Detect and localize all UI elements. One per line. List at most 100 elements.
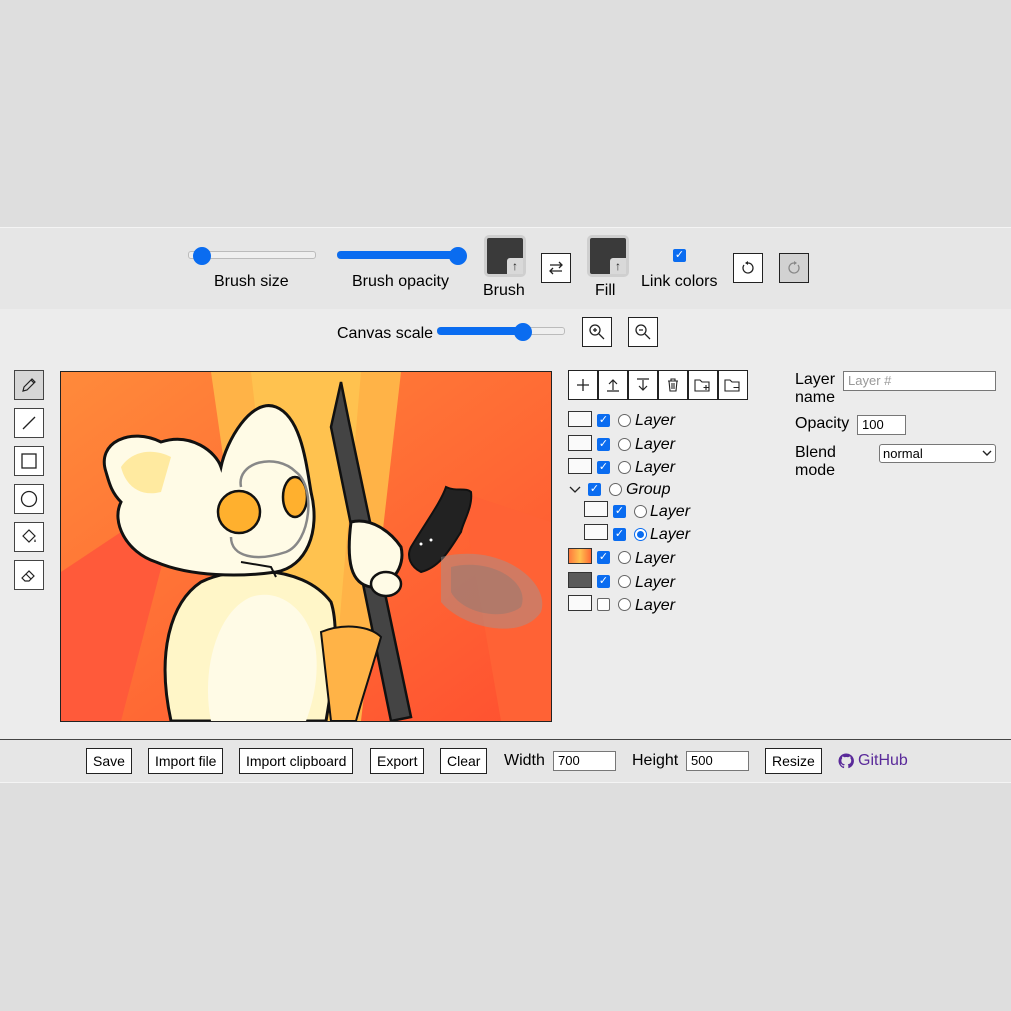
zoom-in-button[interactable] [582,317,612,347]
layer-name: Layer [650,503,691,520]
fill-bucket-icon [22,529,36,543]
swap-icon [549,261,563,275]
zoom-out-button[interactable] [628,317,658,347]
move-layer-down-button[interactable] [628,370,658,400]
layer-select-radio[interactable] [618,575,631,588]
opacity-input[interactable]: 100 [857,415,906,435]
line-tool[interactable] [14,408,44,438]
layer-thumbnail [568,411,592,427]
delete-layer-button[interactable] [658,370,688,400]
canvas-artwork [61,372,551,721]
layer-thumbnail [568,548,592,564]
brush-label: Brush [483,282,525,299]
clear-button[interactable]: Clear [440,748,488,774]
layer-select-radio[interactable] [618,438,631,451]
width-label: Width [504,752,545,769]
layer-name-label: Layer name [795,371,836,406]
undo-icon [742,261,754,274]
undo-button[interactable] [733,253,763,283]
fill-color-swatch[interactable]: ↑ [587,235,629,277]
brush-opacity-label: Brush opacity [352,273,449,290]
move-layer-up-button[interactable] [598,370,628,400]
drawing-canvas[interactable] [60,371,552,722]
brush-size-label: Brush size [214,273,289,290]
delete-icon [668,378,678,392]
layer-select-radio[interactable] [618,551,631,564]
layer-name: Layer [635,436,676,453]
link-colors-label: Link colors [641,273,718,290]
layer-thumbnail [584,501,608,517]
group-select-radio[interactable] [609,483,622,496]
github-label: GitHub [858,752,908,769]
layer-select-radio[interactable] [618,414,631,427]
layer-visibility-checkbox[interactable]: ✓ [597,414,610,427]
link-colors-checkbox[interactable]: ✓ [673,249,686,262]
zoom-out-icon [635,324,651,340]
layer-thumbnail [568,458,592,474]
rectangle-icon [21,453,37,469]
remove-group-icon [724,379,740,392]
layer-thumbnail [568,595,592,611]
layer-visibility-checkbox[interactable]: ✓ [613,528,626,541]
chevron-down-icon [982,450,992,456]
redo-button[interactable] [779,253,809,283]
move-up-icon [607,379,619,392]
layer-name: Layer [635,412,676,429]
layer-name-input[interactable]: Layer # [843,371,996,391]
zoom-in-icon [589,324,605,340]
layer-visibility-checkbox[interactable]: ✓ [597,598,610,611]
opacity-label: Opacity [795,415,850,432]
move-down-icon [637,378,649,391]
swap-colors-button[interactable] [541,253,571,283]
eraser-tool[interactable] [14,560,44,590]
layer-visibility-checkbox[interactable]: ✓ [613,505,626,518]
brush-color-swatch[interactable]: ↑ [484,235,526,277]
group-name: Group [626,481,671,498]
layer-visibility-checkbox[interactable]: ✓ [597,551,610,564]
redo-icon [788,261,800,274]
blend-mode-value: normal [883,446,923,461]
remove-group-button[interactable] [718,370,748,400]
layer-select-radio[interactable] [634,505,647,518]
add-group-icon [694,379,710,392]
circle-icon [20,490,38,508]
width-input[interactable]: 700 [553,751,616,771]
layer-visibility-checkbox[interactable]: ✓ [597,461,610,474]
layer-select-radio[interactable] [634,528,647,541]
import-clipboard-button[interactable]: Import clipboard [239,748,354,774]
layer-name: Layer [635,574,676,591]
save-button[interactable]: Save [86,748,132,774]
canvas-scale-label: Canvas scale [337,325,434,342]
layer-thumbnail [584,524,608,540]
export-button[interactable]: Export [370,748,425,774]
layer-select-radio[interactable] [618,461,631,474]
group-visibility-checkbox[interactable]: ✓ [588,483,601,496]
pencil-icon [22,378,36,392]
import-file-button[interactable]: Import file [148,748,224,774]
rectangle-tool[interactable] [14,446,44,476]
layer-select-radio[interactable] [618,598,631,611]
blend-mode-select[interactable]: normal [879,444,996,463]
resize-button[interactable]: Resize [765,748,822,774]
circle-tool[interactable] [14,484,44,514]
height-label: Height [632,752,679,769]
github-link[interactable]: GitHub [838,752,908,770]
add-layer-icon [577,379,589,391]
blend-mode-label: Blend mode [795,444,836,479]
upload-icon: ↑ [507,258,523,274]
upload-icon: ↑ [610,258,626,274]
fill-label: Fill [595,282,616,299]
layer-name: Layer [635,597,676,614]
layer-visibility-checkbox[interactable]: ✓ [597,575,610,588]
height-input[interactable]: 500 [686,751,749,771]
pencil-tool[interactable] [14,370,44,400]
add-layer-button[interactable] [568,370,598,400]
add-group-button[interactable] [688,370,718,400]
eraser-icon [21,570,35,582]
layer-name: Layer [650,526,691,543]
fill-tool[interactable] [14,522,44,552]
chevron-down-icon[interactable] [568,484,582,496]
layer-thumbnail [568,572,592,588]
layer-visibility-checkbox[interactable]: ✓ [597,438,610,451]
layer-name: Layer [635,459,676,476]
